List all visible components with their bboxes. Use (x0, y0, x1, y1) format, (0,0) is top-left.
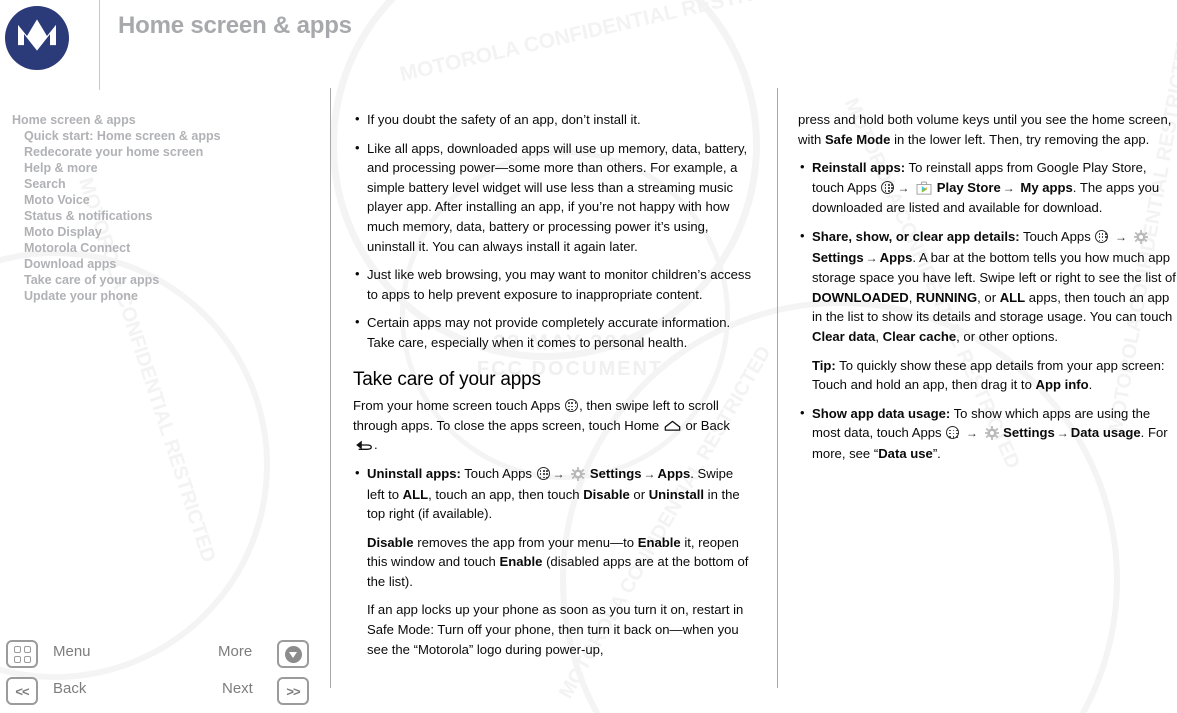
column-divider-left (330, 88, 331, 688)
term-app-info: App info (1035, 377, 1089, 393)
arrow-glyph: → (1002, 180, 1015, 195)
watermark-ring-left (0, 250, 270, 680)
sidebar-item-redecorate[interactable]: Redecorate your home screen (0, 144, 300, 160)
right-content-column: press and hold both volume keys until yo… (798, 110, 1177, 473)
list-item: Just like web browsing, you may want to … (353, 264, 753, 304)
chevron-down-icon (284, 645, 302, 663)
next-label: Next (222, 680, 253, 697)
double-chevron-right-icon: >> (286, 683, 300, 699)
term-share-show-clear: Share, show, or clear app details: (812, 228, 1020, 244)
term-enable: Enable (499, 554, 543, 570)
gear-icon (1133, 229, 1148, 244)
list-item: If you doubt the safety of an app, don’t… (353, 109, 753, 130)
term-settings: Settings (1003, 425, 1055, 441)
list-item-share-show-clear: Share, show, or clear app details: Touch… (798, 226, 1177, 395)
arrow-glyph: → (1115, 229, 1128, 244)
home-icon (664, 420, 681, 431)
motorola-logo (4, 5, 70, 71)
disable-enable-paragraph: Disable removes the app from your menu—t… (367, 534, 749, 589)
term-uninstall: Uninstall (648, 486, 705, 502)
back-arrow-icon (356, 440, 372, 451)
table-of-contents: Home screen & apps Quick start: Home scr… (0, 112, 300, 304)
arrow-glyph: → (1056, 426, 1069, 441)
list-item: Like all apps, downloaded apps will use … (353, 138, 753, 257)
take-care-intro-paragraph: From your home screen touch Apps , then … (353, 398, 730, 453)
sidebar-item-home-screen-apps[interactable]: Home screen & apps (0, 112, 300, 128)
page-title: Home screen & apps (118, 12, 352, 39)
apps-icon (536, 466, 550, 480)
menu-label: Menu (53, 643, 91, 660)
list-item-uninstall-apps: Uninstall apps: Touch Apps → (353, 463, 753, 659)
app-management-list: Reinstall apps: To reinstall apps from G… (798, 157, 1177, 464)
double-chevron-left-icon: << (15, 683, 29, 699)
more-button[interactable] (277, 640, 309, 668)
column-divider-right (777, 88, 778, 688)
term-running: RUNNING (916, 289, 978, 305)
apps-icon (1095, 229, 1109, 243)
list-item-show-app-data-usage: Show app data usage: To show which apps … (798, 403, 1177, 464)
sidebar-item-status-notifications[interactable]: Status & notifications (0, 208, 300, 224)
term-data-usage: Data usage (1070, 425, 1141, 441)
sidebar-item-moto-voice[interactable]: Moto Voice (0, 192, 300, 208)
term-clear-cache: Clear cache (882, 328, 957, 344)
sidebar-item-moto-display[interactable]: Moto Display (0, 224, 300, 240)
term-apps: Apps (879, 249, 913, 265)
list-item: Certain apps may not provide completely … (353, 312, 753, 352)
term-enable: Enable (637, 534, 681, 550)
safe-mode-paragraph: If an app locks up your phone as soon as… (367, 602, 744, 657)
term-settings: Settings (812, 249, 864, 265)
term-my-apps: My apps (1020, 179, 1073, 195)
term-show-app-data-usage: Show app data usage: (812, 405, 951, 421)
sidebar-item-take-care-of-apps[interactable]: Take care of your apps (0, 272, 300, 288)
term-data-use: Data use (878, 445, 933, 461)
more-label: More (218, 643, 253, 660)
play-store-icon (916, 181, 932, 195)
term-uninstall-apps: Uninstall apps: (367, 465, 461, 481)
take-care-instructions-list: Uninstall apps: Touch Apps → (353, 463, 753, 659)
sidebar-item-update-your-phone[interactable]: Update your phone (0, 288, 300, 304)
arrow-glyph: → (643, 466, 656, 481)
safe-mode-continuation-paragraph: press and hold both volume keys until yo… (798, 112, 1172, 147)
next-button[interactable]: >> (277, 677, 309, 705)
term-all: ALL (402, 486, 429, 502)
download-apps-cautions-list: If you doubt the safety of an app, don’t… (353, 109, 753, 353)
apps-icon (946, 426, 960, 440)
user-guide-page: 23 MAY 2014 FCC DOCUMENT MOTOROLA CONFID… (0, 0, 1177, 713)
sidebar-item-download-apps[interactable]: Download apps (0, 256, 300, 272)
gear-icon (571, 466, 586, 481)
term-safe-mode: Safe Mode (824, 131, 891, 147)
middle-content-column: If you doubt the safety of an app, don’t… (353, 109, 753, 668)
term-disable: Disable (367, 534, 414, 550)
term-apps: Apps (657, 465, 691, 481)
arrow-glyph: → (552, 466, 565, 481)
sidebar-item-search[interactable]: Search (0, 176, 300, 192)
bottom-navigation: Menu More << Back Next >> (0, 640, 320, 713)
term-downloaded: DOWNLOADED (812, 289, 909, 305)
tip-paragraph: Tip: To quickly show these app details f… (812, 357, 1165, 393)
term-settings: Settings (589, 465, 642, 481)
sidebar-item-motorola-connect[interactable]: Motorola Connect (0, 240, 300, 256)
back-button[interactable]: << (6, 677, 38, 705)
sidebar-item-help-more[interactable]: Help & more (0, 160, 300, 176)
list-item-reinstall-apps: Reinstall apps: To reinstall apps from G… (798, 157, 1177, 218)
term-tip: Tip: (812, 357, 836, 373)
menu-button[interactable] (6, 640, 38, 668)
term-clear-data: Clear data (812, 328, 876, 344)
grid-icon (13, 645, 31, 663)
back-label: Back (53, 680, 87, 697)
watermark-arc-a: MOTOROLA CONFIDENTIAL RESTRICTED (397, 0, 816, 87)
term-disable: Disable (583, 486, 630, 502)
arrow-glyph: → (865, 250, 878, 265)
apps-icon (881, 180, 895, 194)
apps-icon (565, 399, 579, 413)
arrow-glyph: → (897, 180, 910, 195)
term-all: ALL (999, 289, 1026, 305)
gear-icon (984, 426, 999, 441)
term-reinstall-apps: Reinstall apps: (812, 160, 906, 176)
section-heading-take-care-of-your-apps: Take care of your apps (353, 368, 541, 390)
term-play-store: Play Store (936, 179, 1001, 195)
sidebar-item-quick-start[interactable]: Quick start: Home screen & apps (0, 128, 300, 144)
arrow-glyph: → (965, 426, 978, 441)
header-divider (99, 0, 100, 90)
